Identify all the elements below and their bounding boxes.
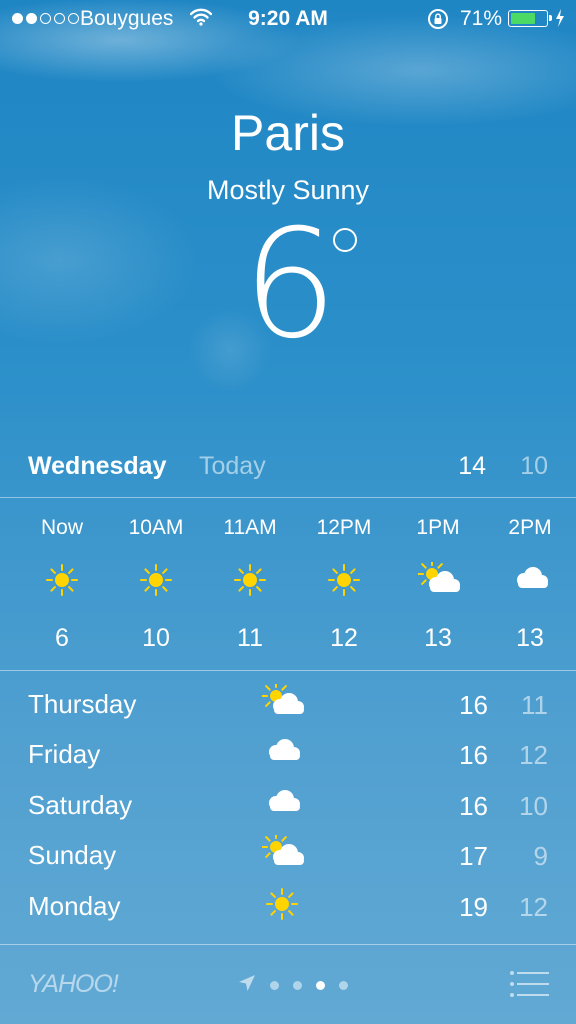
today-summary: Wednesday Today 14 10 <box>0 448 576 484</box>
hour-temp: 11 <box>237 624 263 652</box>
cloud-icon <box>262 785 306 821</box>
daily-row: Thursday 16 11 <box>0 680 576 730</box>
current-temperature: 6 <box>242 198 337 372</box>
today-day-name: Wednesday <box>28 452 167 480</box>
hour-temp: 12 <box>330 624 358 652</box>
daily-day-name: Monday <box>28 891 121 921</box>
partly-cloudy-icon <box>261 681 306 720</box>
hourly-forecast[interactable]: Now 6 10AM 10 11AM 11 12PM 12 1PM 13 2PM… <box>14 500 576 670</box>
divider <box>0 670 576 671</box>
sun-icon <box>262 886 306 922</box>
hour-label: 2PM <box>508 516 552 539</box>
partly-cloudy-icon <box>417 559 460 596</box>
page-dot[interactable] <box>270 981 279 990</box>
daily-day-name: Sunday <box>28 840 117 870</box>
rotation-lock-icon <box>427 8 449 36</box>
partly-cloudy-icon <box>261 832 306 871</box>
daily-high: 16 <box>459 791 488 821</box>
sun-icon <box>136 562 176 596</box>
hour-label: 12PM <box>316 516 372 539</box>
daily-row: Monday 19 12 <box>0 882 576 932</box>
cloud-icon <box>510 562 550 596</box>
hour-temp: 13 <box>424 624 452 652</box>
hour-label: Now <box>40 516 83 539</box>
location-arrow-icon[interactable] <box>238 974 256 997</box>
today-label: Today <box>199 452 266 480</box>
hour-label: 10AM <box>128 516 184 539</box>
sun-icon <box>230 562 270 596</box>
city-name: Paris <box>231 105 345 161</box>
cloud-icon <box>262 734 306 770</box>
hour-temp: 6 <box>55 624 69 652</box>
daily-low: 9 <box>533 841 548 871</box>
page-dot[interactable] <box>316 981 325 990</box>
status-bar: Bouygues 9:20 AM 71% <box>0 0 576 38</box>
hour-temp: 10 <box>142 624 170 652</box>
city-list-icon[interactable] <box>510 970 550 1003</box>
daily-row: Friday 16 12 <box>0 730 576 780</box>
degree-symbol <box>333 228 357 252</box>
daily-row: Sunday 17 9 <box>0 831 576 881</box>
hour-label: 1PM <box>416 516 460 539</box>
today-low: 10 <box>520 452 548 480</box>
today-high: 14 <box>458 452 486 480</box>
hour-temp: 13 <box>516 624 544 652</box>
daily-high: 17 <box>459 841 488 871</box>
divider <box>0 497 576 498</box>
yahoo-logo-link[interactable]: YAHOO! <box>28 970 119 999</box>
sun-icon <box>42 562 82 596</box>
daily-low: 12 <box>519 740 548 770</box>
daily-row: Saturday 16 10 <box>0 781 576 831</box>
daily-low: 12 <box>519 892 548 922</box>
battery-fill <box>511 13 536 24</box>
divider <box>0 944 576 945</box>
charging-bolt-icon <box>555 9 565 33</box>
sun-icon <box>324 562 364 596</box>
daily-low: 11 <box>521 690 548 720</box>
daily-low: 10 <box>519 791 548 821</box>
page-dot[interactable] <box>293 981 302 990</box>
hour-label: 11AM <box>223 516 277 539</box>
page-dot[interactable] <box>339 981 348 990</box>
battery-nub <box>549 15 552 21</box>
daily-high: 16 <box>459 690 488 720</box>
daily-high: 19 <box>459 892 488 922</box>
battery-percentage: 71% <box>460 7 503 30</box>
page-control[interactable] <box>238 974 348 997</box>
daily-day-name: Thursday <box>28 689 137 719</box>
battery-icon <box>508 10 552 27</box>
daily-day-name: Friday <box>28 739 101 769</box>
daily-day-name: Saturday <box>28 790 133 820</box>
daily-high: 16 <box>459 740 488 770</box>
